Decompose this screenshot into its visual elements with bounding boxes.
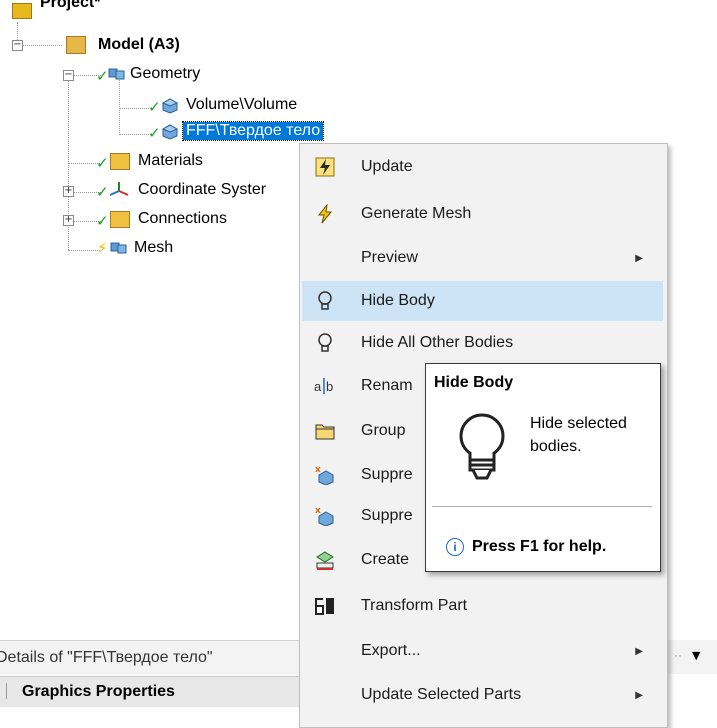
collapse-toggle[interactable]: − (12, 40, 23, 51)
tooltip-divider (432, 506, 652, 507)
menu-item-label: Create (361, 551, 410, 568)
menu-item-hide-body[interactable]: Hide Body (302, 281, 663, 321)
expand-toggle[interactable]: + (63, 186, 74, 197)
rename-icon: ab (314, 375, 336, 397)
menu-item-label: Renam (361, 377, 413, 394)
check-icon: ✓ (148, 98, 161, 116)
svg-text:x: x (315, 506, 321, 516)
connections-icon (110, 211, 130, 228)
submenu-arrow-icon: ▶ (635, 689, 643, 701)
materials-label: Materials (138, 152, 203, 169)
details-title: Details of "FFF\Твердое тело" (0, 649, 213, 666)
body-icon (161, 124, 179, 145)
svg-text:b: b (326, 379, 333, 394)
project-label: Project* (40, 0, 101, 11)
check-icon: ✓ (96, 212, 109, 230)
menu-item-update-selected-parts[interactable]: Update Selected Parts ▶ (302, 675, 663, 715)
menu-item-label: Update Selected Parts (361, 686, 522, 703)
menu-item-label: Transform Part (361, 597, 468, 614)
fff-label: FFF\Твердое тело (181, 121, 325, 141)
tree-node-materials[interactable]: ✓ Materials (0, 150, 300, 174)
graphics-properties-label: Graphics Properties (22, 683, 175, 700)
tree-node-connections[interactable]: + ✓ Connections (0, 208, 300, 232)
update-icon (314, 156, 336, 178)
details-toolbar: ·· ▼ (666, 640, 717, 674)
materials-icon (110, 153, 130, 170)
mesh-label: Mesh (134, 239, 174, 256)
generate-mesh-icon (314, 203, 336, 225)
coordinate-system-icon (109, 181, 129, 204)
check-icon: ✓ (96, 154, 109, 172)
geometry-icon (107, 66, 127, 87)
create-icon (314, 549, 336, 571)
check-icon: ✓ (96, 183, 109, 201)
menu-item-label: Hide Body (361, 292, 435, 309)
tree-node-project[interactable]: Project* (0, 0, 200, 24)
tooltip-title: Hide Body (434, 374, 514, 391)
menu-item-update[interactable]: Update (302, 147, 663, 187)
menu-item-transform-part[interactable]: Transform Part (302, 586, 663, 626)
project-icon (12, 3, 32, 19)
menu-item-label: Suppre (361, 466, 413, 483)
collapse-toggle[interactable]: − (63, 70, 74, 81)
folder-icon (314, 420, 336, 442)
suppress-icon: x (314, 505, 336, 527)
connections-label: Connections (138, 210, 227, 227)
tooltip-help: i Press F1 for help. (446, 538, 606, 556)
tree-node-fff[interactable]: ✓ FFF\Твердое тело (0, 120, 380, 144)
menu-item-label: Suppre (361, 507, 413, 524)
info-icon: i (446, 538, 464, 556)
model-icon (66, 36, 86, 54)
svg-text:x: x (315, 465, 321, 475)
tree-node-model[interactable]: − Model (A3) (0, 34, 240, 58)
menu-item-label: Group (361, 422, 406, 439)
lightbulb-icon (314, 290, 336, 312)
lightbulb-icon (454, 412, 510, 497)
lightning-icon: ⚡ (97, 239, 108, 257)
volume-label: Volume\Volume (186, 96, 298, 113)
graphics-properties-header[interactable]: Graphics Properties (0, 676, 299, 707)
model-label: Model (A3) (98, 36, 180, 53)
svg-text:a: a (314, 379, 322, 394)
menu-item-export[interactable]: Export... ▶ (302, 631, 663, 671)
menu-item-label: Generate Mesh (361, 205, 472, 222)
lightbulb-icon (314, 332, 336, 354)
geometry-label: Geometry (130, 65, 201, 82)
dropdown-arrow-icon[interactable]: ▼ (692, 649, 700, 662)
transform-part-icon (314, 595, 336, 617)
tooltip-description: Hide selected bodies. (530, 415, 627, 455)
menu-item-label: Hide All Other Bodies (361, 334, 514, 351)
body-icon (161, 98, 179, 119)
menu-item-hide-all-other-bodies[interactable]: Hide All Other Bodies (302, 323, 663, 363)
menu-item-label: Preview (361, 249, 418, 266)
pin-icon[interactable]: ·· (674, 648, 682, 662)
submenu-arrow-icon: ▶ (635, 645, 643, 657)
coordinate-systems-label: Coordinate Syster (138, 181, 267, 198)
details-header: Details of "FFF\Твердое тело" (0, 640, 299, 675)
tree-node-coordinate-systems[interactable]: + ✓ Coordinate Syster (0, 179, 300, 203)
check-icon: ✓ (148, 124, 161, 142)
submenu-arrow-icon: ▶ (635, 252, 643, 264)
mesh-icon (109, 240, 129, 261)
collapse-toggle[interactable] (0, 683, 7, 699)
menu-item-label: Export... (361, 642, 421, 659)
tree-node-geometry[interactable]: − ✓ Geometry (0, 63, 260, 87)
tree-node-volume[interactable]: ✓ Volume\Volume (0, 94, 300, 118)
menu-item-generate-mesh[interactable]: Generate Mesh (302, 194, 663, 234)
expand-toggle[interactable]: + (63, 215, 74, 226)
menu-item-preview[interactable]: Preview ▶ (302, 238, 663, 278)
tree-node-mesh[interactable]: ⚡ Mesh (0, 237, 300, 261)
tooltip-help-text: Press F1 for help. (472, 538, 607, 555)
menu-item-label: Update (361, 158, 413, 175)
suppress-icon: x (314, 464, 336, 486)
tooltip: Hide Body Hide selected bodies. i Press … (425, 363, 661, 572)
